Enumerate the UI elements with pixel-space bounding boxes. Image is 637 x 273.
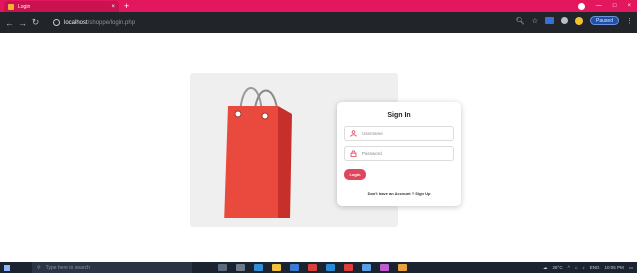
- username-input[interactable]: [362, 131, 452, 136]
- taskbar-search-placeholder: Type here to search: [45, 264, 90, 271]
- store-icon[interactable]: [290, 264, 299, 271]
- toolbar-right: 🔍︎ ☆ Paused ⋮: [516, 16, 633, 25]
- app-icon[interactable]: [398, 264, 407, 271]
- lock-icon: [350, 150, 357, 157]
- username-field[interactable]: [344, 126, 454, 141]
- photos-icon[interactable]: [362, 264, 371, 271]
- profile-paused-badge[interactable]: Paused: [590, 16, 619, 25]
- password-input[interactable]: [362, 151, 452, 156]
- notifications-icon[interactable]: ▭: [629, 265, 633, 271]
- calculator-icon[interactable]: [236, 264, 245, 271]
- avatar[interactable]: [575, 16, 584, 25]
- pdf-icon[interactable]: [344, 264, 353, 271]
- browser-toolbar: ← → ↻ localhost /shoppe/login.php 🔍︎ ☆ P…: [0, 12, 637, 33]
- password-field[interactable]: [344, 146, 454, 161]
- url-path: /shoppe/login.php: [87, 19, 136, 26]
- system-tray: ☁ 26°C ^ ⌂ ♪ ENG 10:05 PM ▭: [543, 262, 633, 273]
- url-host: localhost: [64, 19, 88, 26]
- back-arrow-icon[interactable]: ←: [3, 18, 16, 28]
- close-window-button[interactable]: ×: [627, 1, 631, 11]
- tray-chevron-icon[interactable]: ^: [568, 265, 570, 270]
- signup-prompt: Don't have an Account ?: [367, 191, 415, 196]
- file-explorer-icon[interactable]: [272, 264, 281, 271]
- tab-title: Login: [18, 3, 31, 10]
- extensions-puzzle-icon[interactable]: [561, 17, 569, 24]
- reload-icon[interactable]: ↻: [29, 17, 42, 28]
- profile-icon[interactable]: [577, 2, 585, 10]
- chrome-icon[interactable]: [308, 264, 317, 271]
- signup-prompt-line: Don't have an Account ? Sign Up: [337, 191, 461, 196]
- window-controls: — □ ×: [577, 1, 631, 11]
- bookmark-star-icon[interactable]: ☆: [532, 17, 538, 25]
- network-icon[interactable]: ⌂: [575, 265, 578, 270]
- user-icon: [350, 130, 357, 137]
- clock[interactable]: 10:05 PM: [604, 265, 623, 270]
- volume-icon[interactable]: ♪: [582, 265, 584, 270]
- weather-temp[interactable]: 26°C: [553, 265, 563, 270]
- signin-card: Sign In Login Don't have an Account ? Si…: [337, 102, 461, 206]
- search-icon: ⚲: [37, 264, 41, 271]
- maximize-button[interactable]: □: [613, 1, 617, 11]
- task-view-icon[interactable]: [218, 264, 227, 271]
- signup-link[interactable]: Sign Up: [415, 191, 430, 196]
- shopping-bag-image: [224, 87, 292, 218]
- sticky-notes-icon[interactable]: [380, 264, 389, 271]
- login-button[interactable]: Login: [344, 169, 366, 180]
- taskbar-apps: [218, 264, 407, 271]
- browser-tab[interactable]: Login ×: [4, 1, 119, 12]
- taskbar: ⚲ Type here to search ☁ 26°C ^ ⌂ ♪ ENG 1…: [0, 262, 637, 273]
- language-indicator[interactable]: ENG: [590, 265, 600, 270]
- new-tab-button[interactable]: +: [124, 1, 129, 11]
- browser-tabstrip: Login × + — □ ×: [0, 0, 637, 12]
- address-bar[interactable]: localhost /shoppe/login.php: [53, 16, 521, 29]
- forward-arrow-icon[interactable]: →: [16, 18, 29, 28]
- weather-icon[interactable]: ☁: [543, 265, 548, 271]
- edge-icon[interactable]: [254, 264, 263, 271]
- extension-icon[interactable]: [545, 17, 555, 24]
- zoom-icon[interactable]: 🔍︎: [516, 17, 525, 25]
- vscode-icon[interactable]: [326, 264, 335, 271]
- windows-logo-icon: [4, 264, 10, 271]
- menu-kebab-icon[interactable]: ⋮: [626, 17, 633, 25]
- tab-close-icon[interactable]: ×: [111, 4, 115, 10]
- favicon-icon: [8, 3, 14, 10]
- signin-title: Sign In: [387, 112, 411, 119]
- site-info-icon[interactable]: [53, 19, 60, 26]
- taskbar-search[interactable]: ⚲ Type here to search: [32, 262, 192, 273]
- minimize-button[interactable]: —: [596, 1, 602, 11]
- start-button[interactable]: [0, 262, 14, 273]
